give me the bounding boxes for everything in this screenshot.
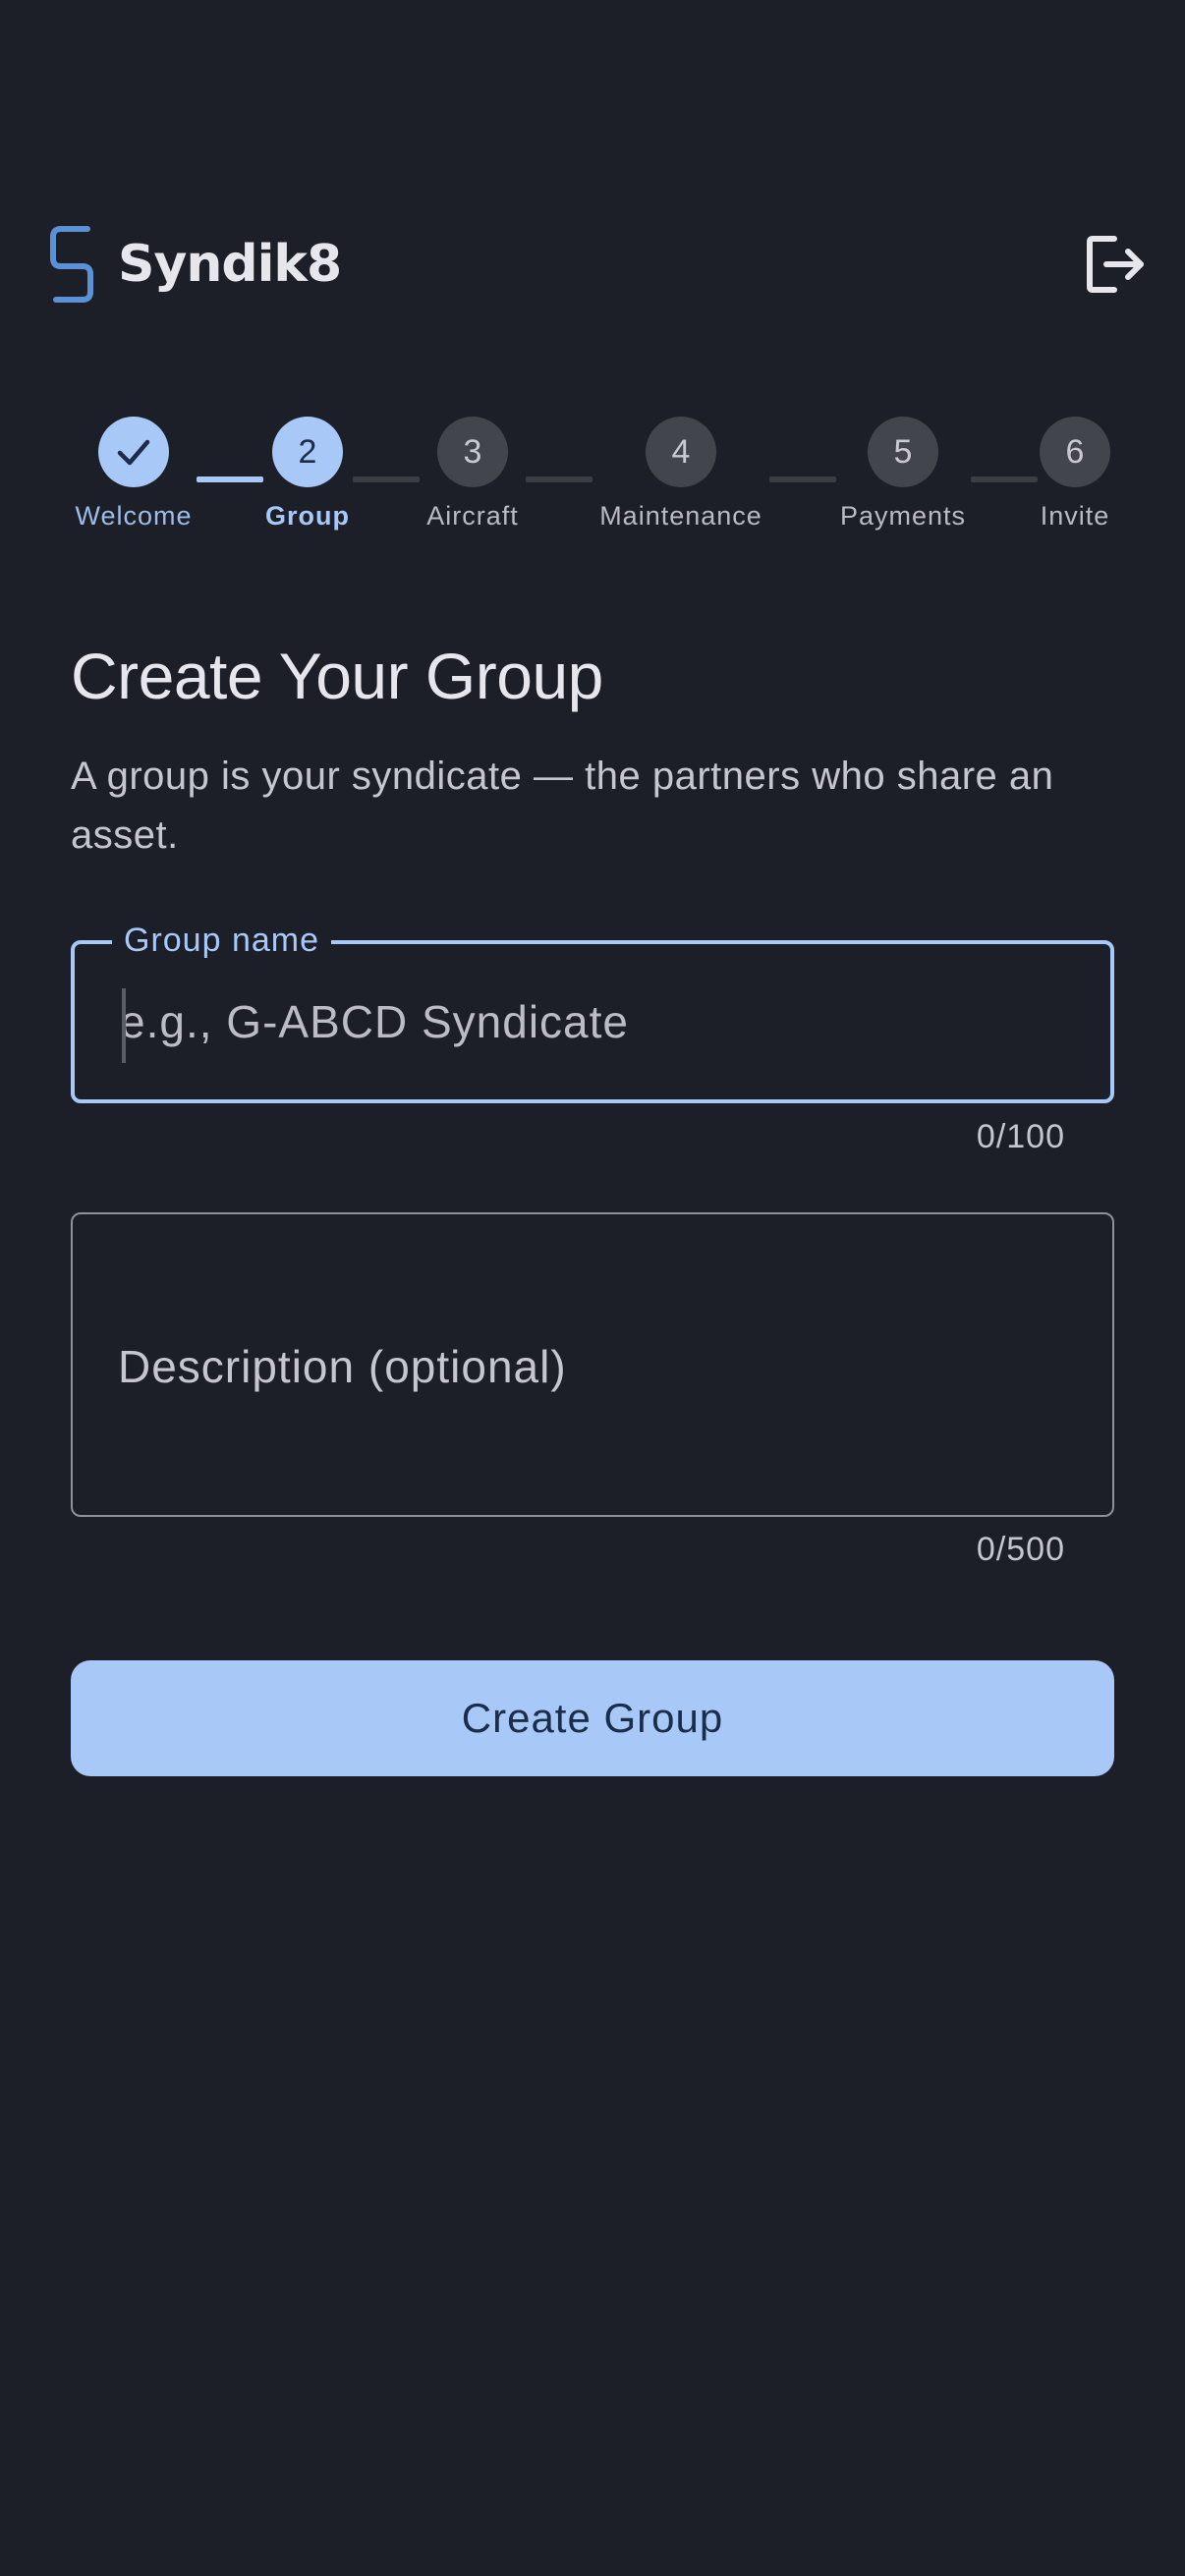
step-label: Invite	[1040, 501, 1110, 531]
onboarding-stepper: Welcome 2 Group 3 Aircraft 4 Maintenance…	[0, 417, 1185, 544]
syndik8-logo-icon	[50, 226, 93, 303]
brand: Syndik8	[47, 222, 342, 307]
step-label: Aircraft	[426, 501, 519, 531]
step-number: 4	[646, 417, 716, 487]
logout-button[interactable]	[1083, 232, 1148, 297]
step-number: 2	[272, 417, 343, 487]
group-name-label: Group name	[112, 919, 331, 962]
step-number: 3	[437, 417, 508, 487]
step-aircraft[interactable]: 3 Aircraft	[365, 417, 581, 532]
page-subtitle: A group is your syndicate — the partners…	[71, 755, 1054, 857]
text-cursor	[122, 988, 126, 1063]
app-name: Syndik8	[118, 235, 342, 294]
step-maintenance[interactable]: 4 Maintenance	[573, 417, 789, 532]
group-name-char-counter: 0/100	[976, 1118, 1065, 1155]
step-circle	[98, 417, 169, 487]
group-name-input[interactable]	[75, 944, 1110, 1099]
step-invite[interactable]: 6 Invite	[967, 417, 1183, 532]
step-number: 5	[868, 417, 938, 487]
group-name-field[interactable]: Group name	[71, 919, 1114, 1103]
logout-icon	[1087, 236, 1144, 293]
app-header: Syndik8	[47, 222, 1148, 307]
description-field[interactable]	[71, 1212, 1114, 1517]
checkmark-icon	[117, 439, 150, 466]
create-group-button[interactable]: Create Group	[71, 1660, 1114, 1776]
step-number: 6	[1040, 417, 1110, 487]
description-input[interactable]	[73, 1214, 1112, 1515]
description-char-counter: 0/500	[976, 1531, 1065, 1568]
step-label: Maintenance	[599, 501, 762, 531]
page-title: Create Your Group	[71, 640, 603, 712]
